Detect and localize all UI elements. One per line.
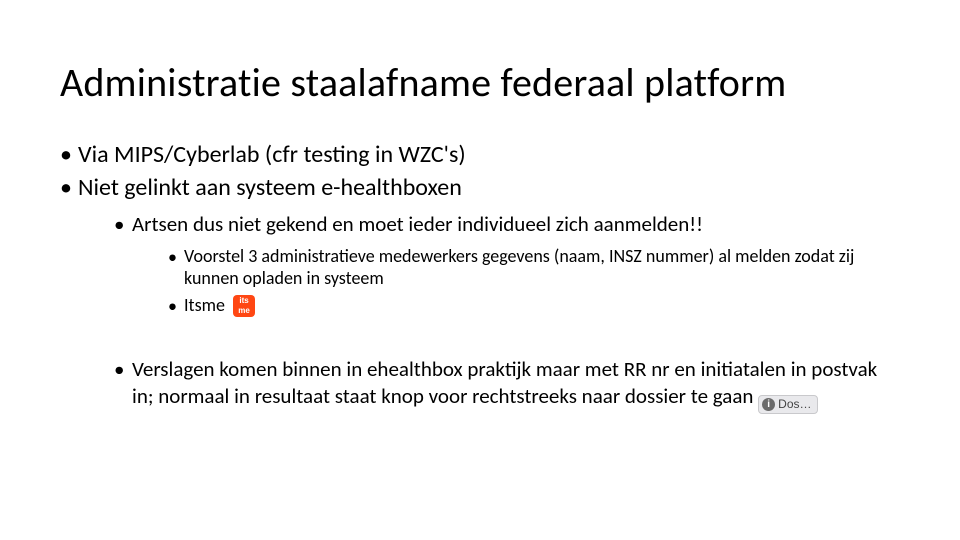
bullet-list-level-3: Voorstel 3 administratieve medewerkers g… [132,245,900,318]
bullet-text: Artsen dus niet gekend en moet ieder ind… [132,211,703,237]
info-icon: i [762,398,775,411]
dossier-button[interactable]: i Dos… [758,395,817,415]
itsme-icon-text-bottom: me [233,307,255,315]
slide: Administratie staalafname federaal platf… [0,0,960,540]
bullet-l2: Artsen dus niet gekend en moet ieder ind… [114,211,900,317]
bullet-text: Niet gelinkt aan systeem e-healthboxen [78,173,462,202]
spacer [78,326,900,348]
bullet-l1: Via MIPS/Cyberlab (cfr testing in WZC's) [60,139,900,170]
bullet-text: Via MIPS/Cyberlab (cfr testing in WZC's) [78,140,466,169]
bullet-list-level-1: Via MIPS/Cyberlab (cfr testing in WZC's)… [60,139,900,414]
bullet-text: Voorstel 3 administratieve medewerkers g… [184,245,854,290]
bullet-list-level-2: Artsen dus niet gekend en moet ieder ind… [78,211,900,317]
bullet-list-level-2: Verslagen komen binnen in ehealthbox pra… [78,356,900,415]
dossier-button-label: Dos… [778,397,811,413]
bullet-text: Itsme [184,294,225,316]
bullet-l3: Itsme its me [168,294,900,318]
bullet-l1: Niet gelinkt aan systeem e-healthboxen A… [60,172,900,414]
slide-title: Administratie staalafname federaal platf… [60,58,900,107]
bullet-l3: Voorstel 3 administratieve medewerkers g… [168,245,900,290]
bullet-l2: Verslagen komen binnen in ehealthbox pra… [114,356,900,415]
itsme-icon-text-top: its [233,297,255,305]
itsme-icon: its me [233,295,255,318]
